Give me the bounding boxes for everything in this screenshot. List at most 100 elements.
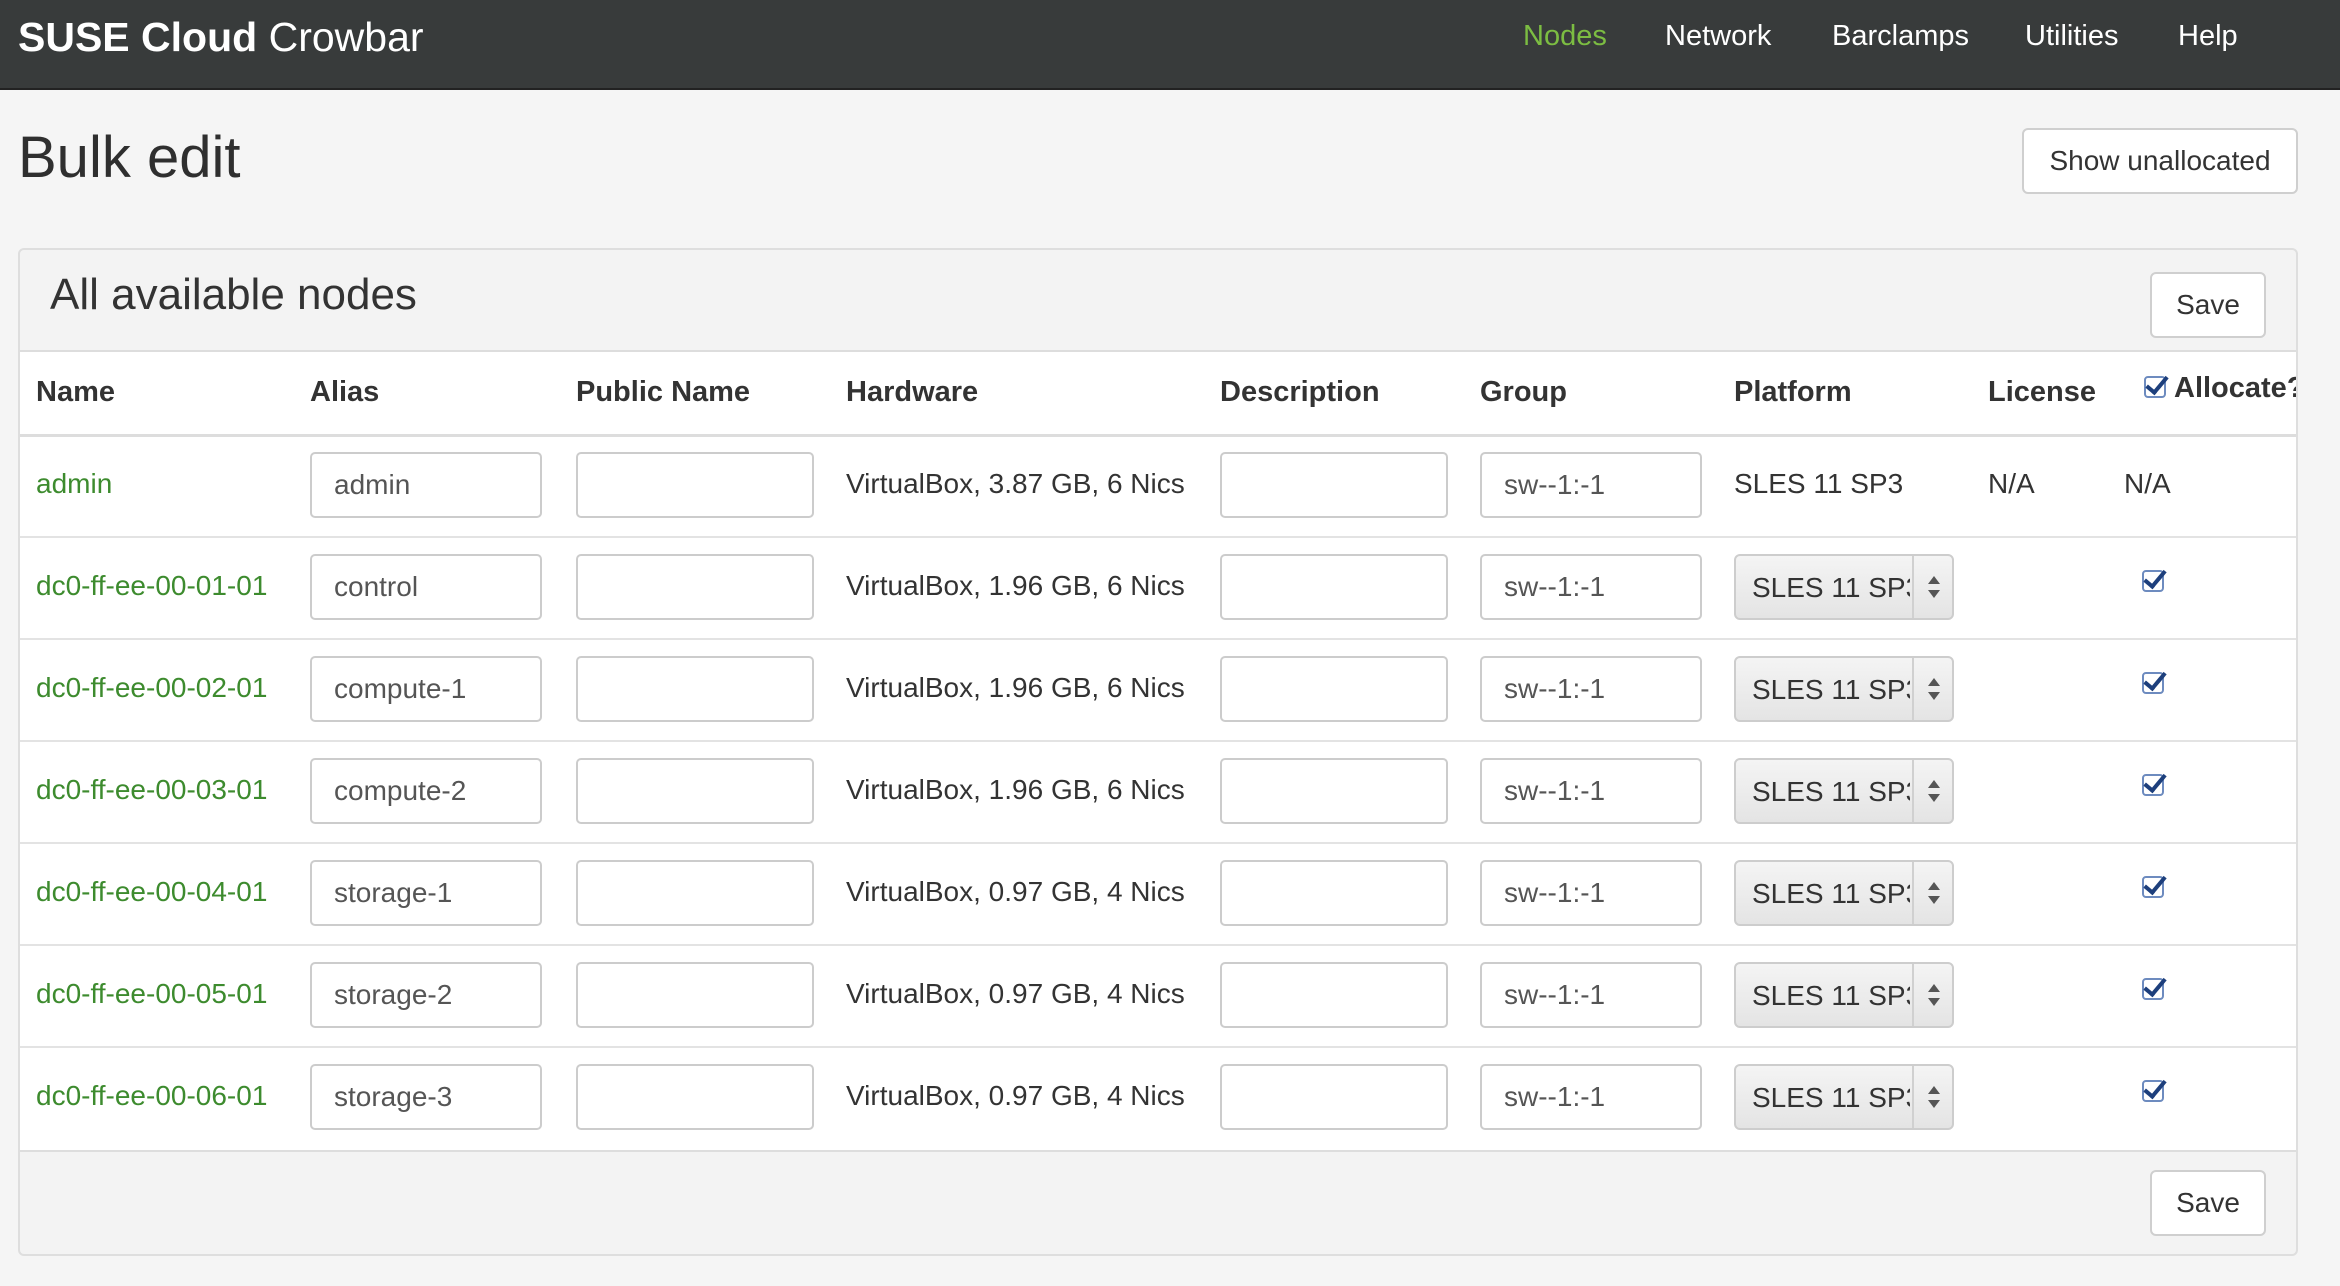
alias-input[interactable]: compute-1: [310, 656, 542, 722]
hardware-text: VirtualBox, 1.96 GB, 6 Nics: [846, 672, 1185, 703]
platform-select-value: SLES 11 SP3: [1752, 776, 1910, 807]
group-input[interactable]: sw--1:-1: [1480, 452, 1702, 518]
node-link[interactable]: dc0-ff-ee-00-04-01: [36, 876, 267, 908]
description-input[interactable]: [1220, 656, 1448, 722]
allocate-checkbox[interactable]: [2142, 978, 2164, 1000]
group-input[interactable]: sw--1:-1: [1480, 758, 1702, 824]
alias-input[interactable]: compute-2: [310, 758, 542, 824]
node-link[interactable]: dc0-ff-ee-00-05-01: [36, 978, 267, 1010]
group-input[interactable]: sw--1:-1: [1480, 554, 1702, 620]
table-row: dc0-ff-ee-00-03-01 compute-2 VirtualBox,…: [20, 742, 2296, 844]
group-input[interactable]: sw--1:-1: [1480, 962, 1702, 1028]
description-input[interactable]: [1220, 860, 1448, 926]
table-row: dc0-ff-ee-00-01-01 control VirtualBox, 1…: [20, 538, 2296, 640]
col-hardware[interactable]: Hardware: [846, 376, 978, 409]
nav-nodes[interactable]: Nodes: [1523, 20, 1607, 53]
hardware-text: VirtualBox, 0.97 GB, 4 Nics: [846, 978, 1185, 1009]
group-input[interactable]: sw--1:-1: [1480, 656, 1702, 722]
col-group[interactable]: Group: [1480, 376, 1567, 409]
allocate-checkbox[interactable]: [2142, 774, 2164, 796]
allocate-checkbox[interactable]: [2142, 876, 2164, 898]
node-link[interactable]: dc0-ff-ee-00-01-01: [36, 570, 267, 602]
col-platform[interactable]: Platform: [1734, 376, 1852, 409]
table-row: admin admin VirtualBox, 3.87 GB, 6 Nics …: [20, 436, 2296, 538]
group-input[interactable]: sw--1:-1: [1480, 1064, 1702, 1130]
alias-input[interactable]: admin: [310, 452, 542, 518]
table-row: dc0-ff-ee-00-02-01 compute-1 VirtualBox,…: [20, 640, 2296, 742]
table-row: dc0-ff-ee-00-04-01 storage-1 VirtualBox,…: [20, 844, 2296, 946]
platform-select-value: SLES 11 SP3: [1752, 1082, 1910, 1113]
platform-select-value: SLES 11 SP3: [1752, 674, 1910, 705]
public-name-input[interactable]: [576, 554, 814, 620]
col-name[interactable]: Name: [36, 376, 115, 409]
save-button-bottom[interactable]: Save: [2150, 1170, 2266, 1236]
platform-text: SLES 11 SP3: [1734, 468, 1904, 499]
table-footer-divider: [20, 1150, 2296, 1152]
select-arrows-icon: [1912, 964, 1952, 1026]
node-link[interactable]: dc0-ff-ee-00-03-01: [36, 774, 267, 806]
nav-help[interactable]: Help: [2178, 20, 2238, 53]
public-name-input[interactable]: [576, 656, 814, 722]
license-text: N/A: [1988, 468, 2035, 499]
platform-select-value: SLES 11 SP3: [1752, 980, 1910, 1011]
platform-select[interactable]: SLES 11 SP3: [1734, 1064, 1954, 1130]
allocate-checkbox[interactable]: [2142, 570, 2164, 592]
panel-title: All available nodes: [50, 270, 417, 319]
platform-select[interactable]: SLES 11 SP3: [1734, 758, 1954, 824]
alias-input[interactable]: control: [310, 554, 542, 620]
platform-select[interactable]: SLES 11 SP3: [1734, 656, 1954, 722]
public-name-input[interactable]: [576, 1064, 814, 1130]
select-arrows-icon: [1912, 556, 1952, 618]
description-input[interactable]: [1220, 554, 1448, 620]
show-unallocated-button[interactable]: Show unallocated: [2022, 128, 2298, 194]
public-name-input[interactable]: [576, 860, 814, 926]
nav-barclamps[interactable]: Barclamps: [1832, 20, 1969, 53]
group-input[interactable]: sw--1:-1: [1480, 860, 1702, 926]
alias-input[interactable]: storage-3: [310, 1064, 542, 1130]
col-public-name[interactable]: Public Name: [576, 376, 750, 409]
select-arrows-icon: [1912, 658, 1952, 720]
brand-product: Crowbar: [268, 14, 424, 60]
nodes-table: Name Alias Public Name Hardware Descript…: [20, 350, 2296, 1152]
alias-input[interactable]: storage-2: [310, 962, 542, 1028]
alias-input[interactable]: storage-1: [310, 860, 542, 926]
platform-select-value: SLES 11 SP3: [1752, 878, 1910, 909]
platform-select[interactable]: SLES 11 SP3: [1734, 962, 1954, 1028]
description-input[interactable]: [1220, 452, 1448, 518]
col-alias[interactable]: Alias: [310, 376, 379, 409]
platform-select[interactable]: SLES 11 SP3: [1734, 860, 1954, 926]
select-arrows-icon: [1912, 862, 1952, 924]
public-name-input[interactable]: [576, 452, 814, 518]
save-button-top[interactable]: Save: [2150, 272, 2266, 338]
page-title: Bulk edit: [18, 125, 241, 190]
hardware-text: VirtualBox, 1.96 GB, 6 Nics: [846, 774, 1185, 805]
node-link[interactable]: dc0-ff-ee-00-02-01: [36, 672, 267, 704]
hardware-text: VirtualBox, 1.96 GB, 6 Nics: [846, 570, 1185, 601]
nodes-panel: All available nodes Save Name Alias Publ…: [18, 248, 2298, 1256]
platform-select[interactable]: SLES 11 SP3: [1734, 554, 1954, 620]
nav-utilities[interactable]: Utilities: [2025, 20, 2118, 53]
allocate-checkbox[interactable]: [2142, 672, 2164, 694]
col-license[interactable]: License: [1988, 376, 2096, 409]
node-link[interactable]: admin: [36, 468, 112, 500]
col-allocate: Allocate?: [2174, 372, 2298, 404]
description-input[interactable]: [1220, 758, 1448, 824]
select-arrows-icon: [1912, 760, 1952, 822]
top-navbar: SUSE Cloud Crowbar Nodes Network Barclam…: [0, 0, 2340, 90]
table-row: dc0-ff-ee-00-05-01 storage-2 VirtualBox,…: [20, 946, 2296, 1048]
public-name-input[interactable]: [576, 962, 814, 1028]
nav-network[interactable]: Network: [1665, 20, 1771, 53]
public-name-input[interactable]: [576, 758, 814, 824]
allocate-text: N/A: [2124, 468, 2171, 499]
description-input[interactable]: [1220, 1064, 1448, 1130]
hardware-text: VirtualBox, 3.87 GB, 6 Nics: [846, 468, 1185, 499]
description-input[interactable]: [1220, 962, 1448, 1028]
allocate-all-checkbox[interactable]: [2144, 376, 2166, 398]
table-header: Name Alias Public Name Hardware Descript…: [20, 352, 2296, 437]
col-description[interactable]: Description: [1220, 376, 1380, 409]
brand-logo[interactable]: SUSE Cloud Crowbar: [18, 14, 424, 61]
table-row: dc0-ff-ee-00-06-01 storage-3 VirtualBox,…: [20, 1048, 2296, 1148]
node-link[interactable]: dc0-ff-ee-00-06-01: [36, 1080, 267, 1112]
hardware-text: VirtualBox, 0.97 GB, 4 Nics: [846, 876, 1185, 907]
allocate-checkbox[interactable]: [2142, 1080, 2164, 1102]
